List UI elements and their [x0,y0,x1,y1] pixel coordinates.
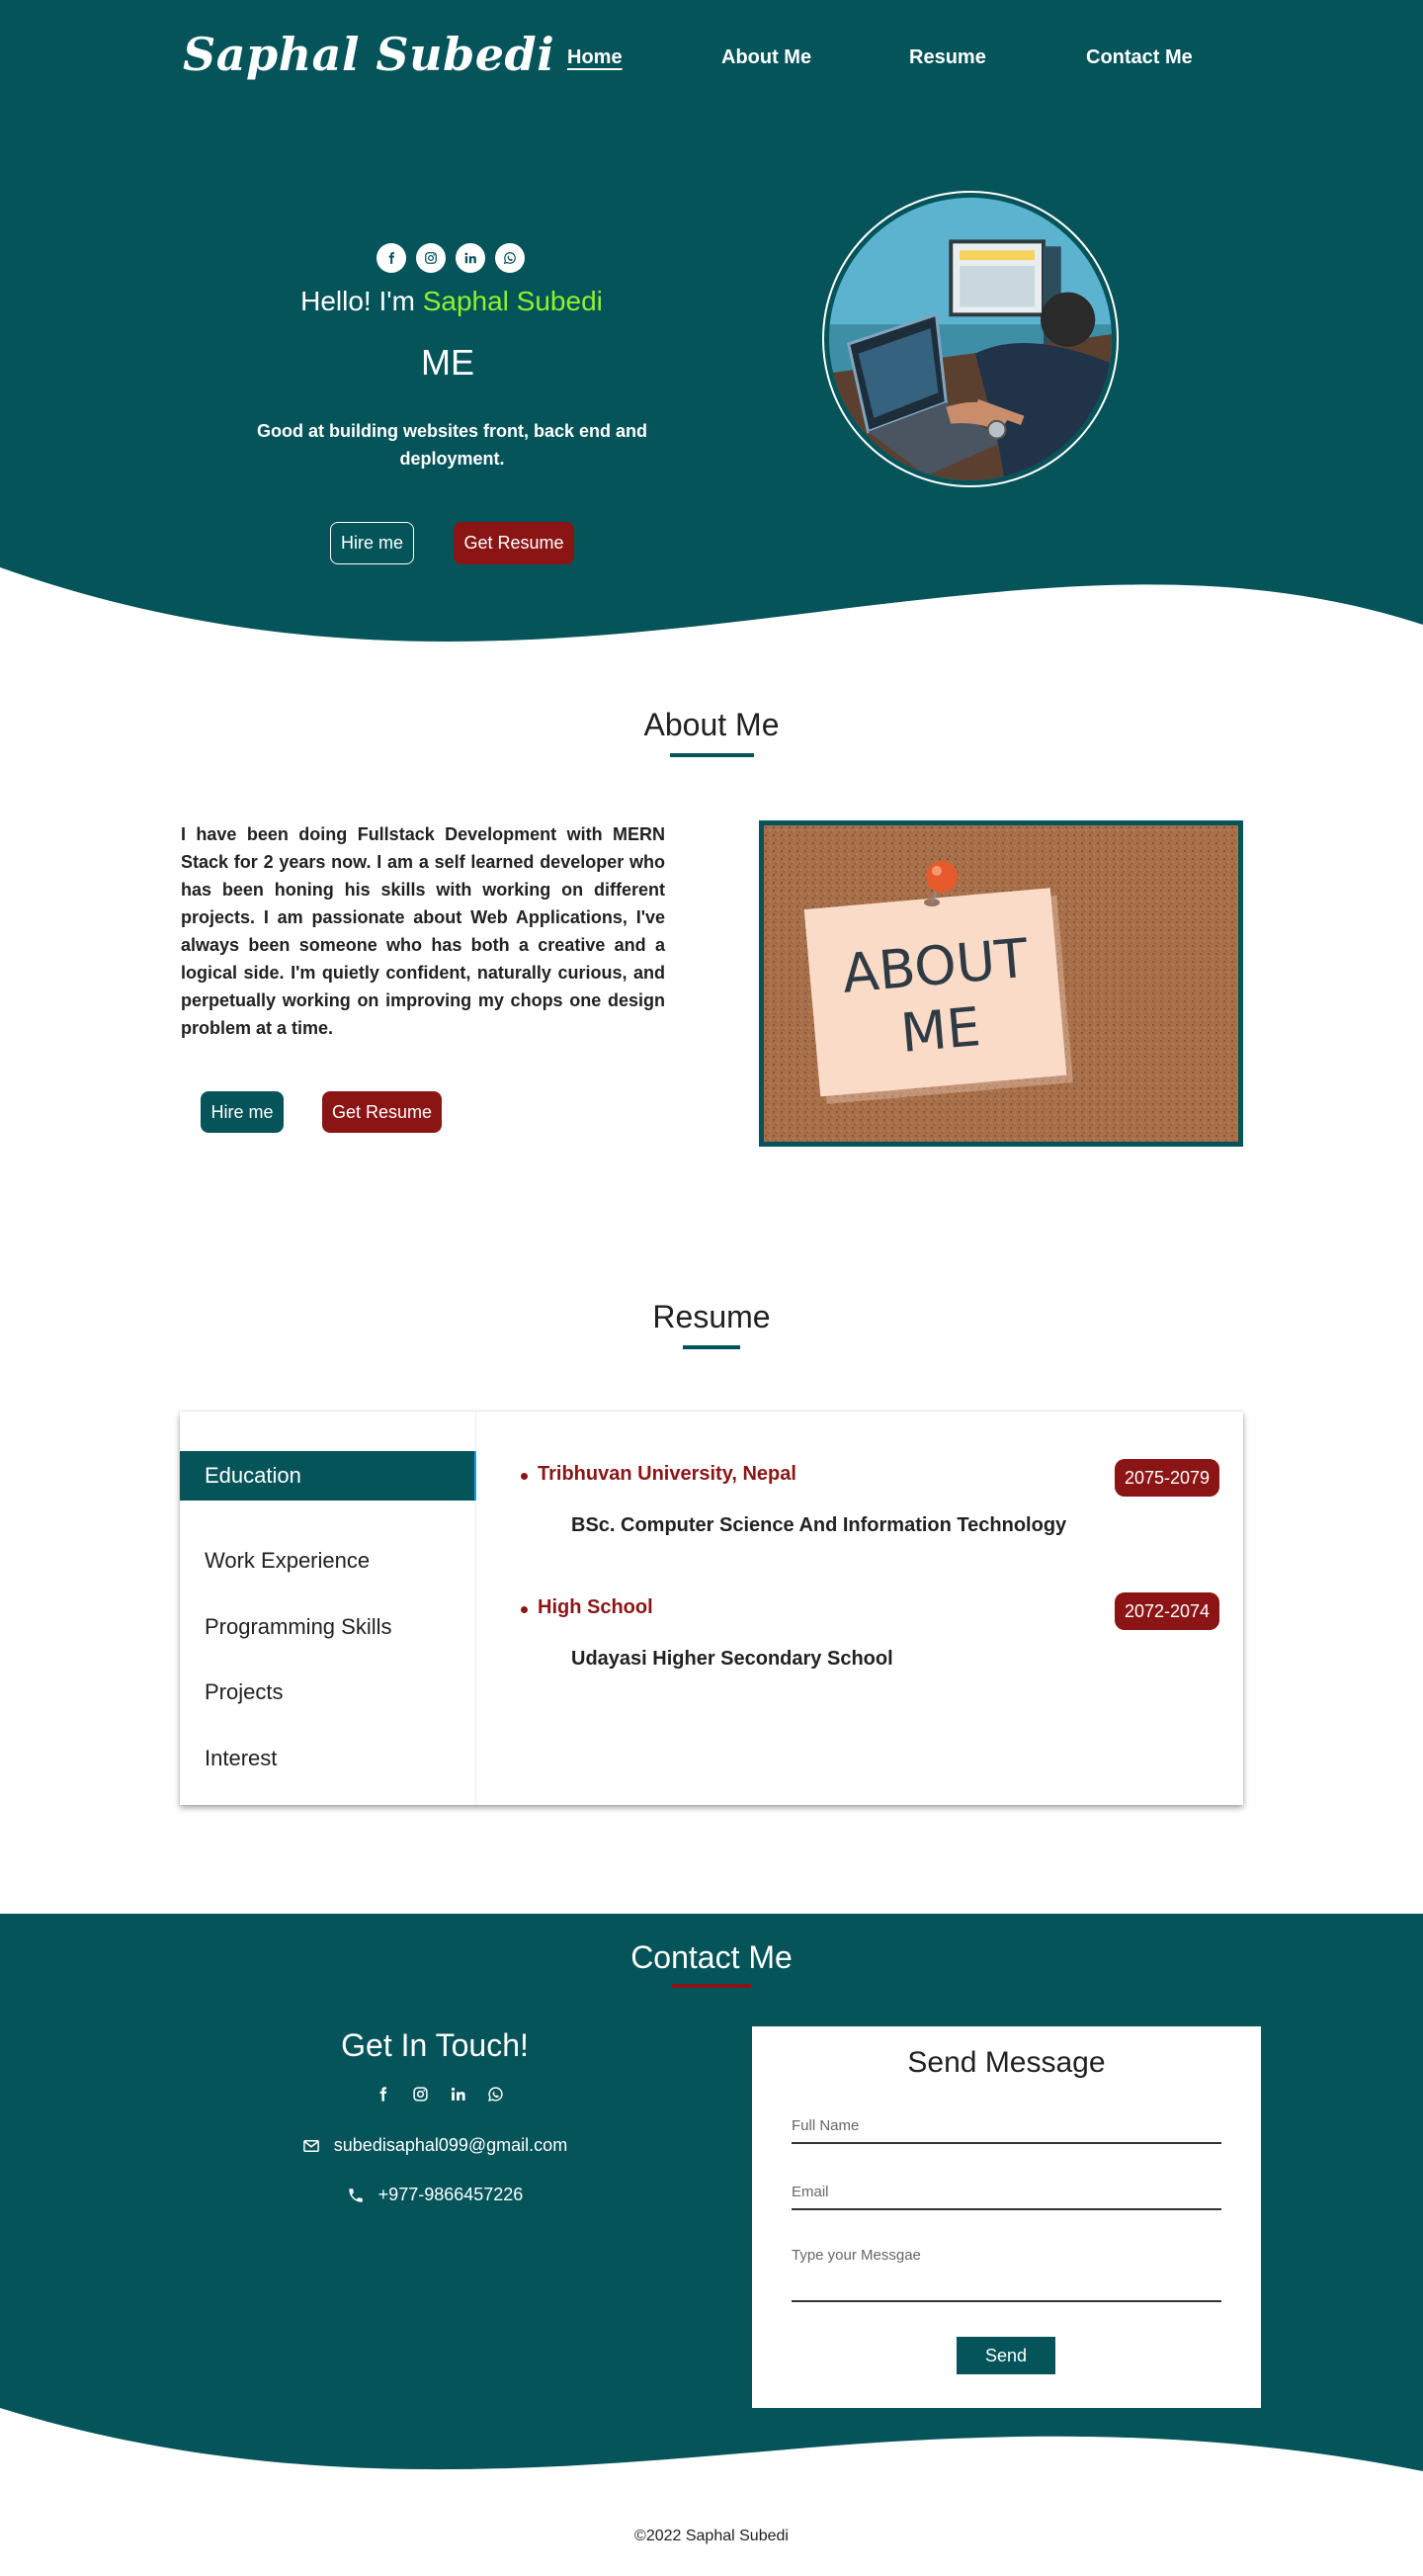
bullet-dot [521,1473,528,1480]
hero-hire-me-button[interactable]: Hire me [330,522,414,564]
education-institution: Tribhuvan University, Nepal [538,1463,796,1485]
hero-tagline: Good at building websites front, back en… [256,421,648,469]
contact-section-title: Contact Me [630,1939,793,1975]
footer-copyright: ©2022 Saphal Subedi [634,2528,789,2544]
contact-social-links [374,2082,504,2105]
profile-avatar [822,191,1119,487]
bullet-dot [521,1606,528,1613]
linkedin-icon[interactable] [456,243,485,273]
hero-wave-background [0,0,1423,642]
about-title-underline [670,753,754,757]
hero-get-resume-button[interactable]: Get Resume [454,522,574,564]
corkboard-note-illustration: ABOUT ME [764,825,1238,1142]
contact-phone[interactable]: +977-9866457226 [378,2185,524,2205]
linkedin-icon[interactable] [449,2085,466,2103]
hero-role: ME [421,342,474,383]
education-institution: High School [538,1596,653,1618]
main-nav: Home About Me Resume Contact Me [0,46,1423,76]
contact-title-underline [672,1984,751,1988]
nav-about-me[interactable]: About Me [721,46,811,69]
resume-card: Education Work Experience Programming Sk… [180,1412,1243,1805]
message-textarea[interactable] [792,2247,1221,2302]
note-text-line2: ME [898,995,983,1065]
facebook-icon[interactable] [377,243,406,273]
send-message-form: Send Message Send [752,2026,1261,2408]
nav-home[interactable]: Home [567,46,623,69]
nav-contact-me[interactable]: Contact Me [1086,46,1193,69]
hero-greeting: Hello! I'm Saphal Subedi [0,286,903,317]
resume-tab-list: Education Work Experience Programming Sk… [180,1412,476,1805]
tab-education[interactable]: Education [180,1451,476,1501]
greeting-name: Saphal Subedi [422,286,603,316]
nav-resume[interactable]: Resume [909,46,986,69]
education-years-badge: 2072-2074 [1115,1592,1219,1630]
tab-programming-skills[interactable]: Programming Skills [180,1602,476,1652]
about-hire-me-button[interactable]: Hire me [201,1091,284,1133]
tab-projects[interactable]: Projects [180,1668,476,1717]
pushpin-icon [926,861,958,893]
about-me-image: ABOUT ME [759,820,1243,1147]
resume-section-title: Resume [652,1299,771,1334]
hero-social-links [377,243,525,273]
email-input[interactable] [792,2181,1221,2210]
about-get-resume-button[interactable]: Get Resume [322,1091,442,1133]
full-name-input[interactable] [792,2114,1221,2144]
education-detail: BSc. Computer Science And Information Te… [571,1514,1067,1536]
resume-title-underline [683,1345,740,1349]
whatsapp-icon[interactable] [495,243,525,273]
envelope-icon [302,2139,319,2152]
instagram-icon[interactable] [416,243,446,273]
contact-email[interactable]: subedisaphal099@gmail.com [334,2135,567,2156]
phone-icon [348,2188,363,2202]
facebook-icon[interactable] [374,2085,391,2103]
form-title: Send Message [907,2046,1106,2079]
education-years-badge: 2075-2079 [1115,1459,1219,1497]
about-section-title: About Me [643,707,780,742]
about-description: I have been doing Fullstack Development … [181,824,665,1038]
hero-section: Saphal Subedi Home About Me Resume Conta… [0,0,1423,652]
instagram-icon[interactable] [411,2085,429,2103]
whatsapp-icon[interactable] [486,2085,504,2103]
contact-email-row: subedisaphal099@gmail.com [0,2135,870,2156]
education-detail: Udayasi Higher Secondary School [571,1648,893,1670]
tab-interest[interactable]: Interest [180,1734,476,1783]
greeting-text: Hello! I'm [300,286,415,316]
get-in-touch-heading: Get In Touch! [341,2027,529,2063]
send-button[interactable]: Send [957,2337,1055,2374]
tab-work-experience[interactable]: Work Experience [180,1536,476,1586]
contact-phone-row: +977-9866457226 [0,2185,870,2205]
developer-at-desk-photo [829,198,1112,480]
